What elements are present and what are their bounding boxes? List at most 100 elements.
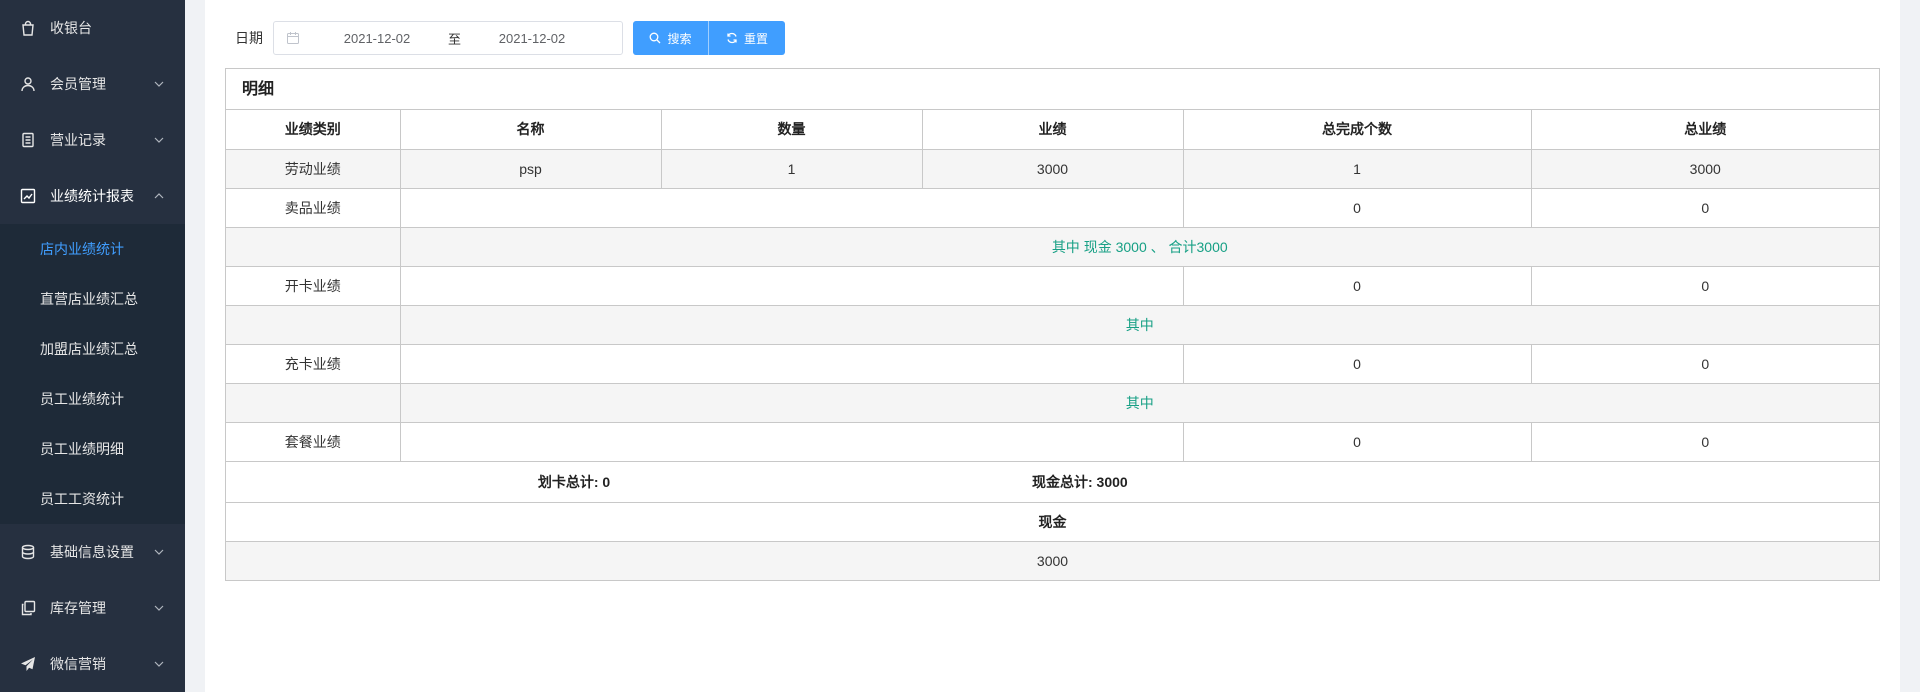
chevron-down-icon: [153, 546, 165, 558]
cell-category: 套餐业绩: [226, 421, 401, 462]
header-name: 名称: [399, 110, 662, 150]
menu-item-cashier[interactable]: 收银台: [0, 0, 185, 56]
table-row-labor: 劳动业绩 psp 1 3000 1 3000: [226, 148, 1879, 189]
cell-total-count: 0: [1182, 421, 1532, 462]
menu-item-basic-settings[interactable]: 基础信息设置: [0, 524, 185, 580]
card-deduct-total: 划卡总计: 0: [226, 460, 922, 503]
cash-total: 现金总计: 3000: [922, 460, 1879, 503]
submenu-item-staff-salary[interactable]: 员工工资统计: [0, 474, 185, 524]
cell-empty: [399, 421, 1184, 462]
cell-quantity: 1: [660, 148, 923, 189]
cell-total-count: 1: [1182, 148, 1532, 189]
database-icon: [20, 544, 36, 560]
detail-title: 明细: [226, 69, 1879, 110]
search-icon: [650, 32, 661, 44]
menu-label: 基础信息设置: [50, 544, 134, 560]
start-date-input[interactable]: 2021-12-02: [322, 31, 432, 46]
header-total-count: 总完成个数: [1182, 110, 1532, 150]
search-button[interactable]: 搜索: [633, 21, 709, 55]
cell-name: psp: [399, 148, 662, 189]
pay-method-value: 3000: [226, 540, 1879, 580]
cell-total-count: 0: [1182, 265, 1532, 306]
reset-button[interactable]: 重置: [709, 21, 785, 55]
header-total-performance: 总业绩: [1530, 110, 1879, 150]
paper-plane-icon: [20, 656, 36, 672]
cell-category: 劳动业绩: [226, 148, 401, 189]
cell-empty: [399, 187, 1184, 228]
sidebar: 收银台 会员管理 营业记录 业绩统计报表 店内业绩统计 直营店业绩汇总 加盟店业…: [0, 0, 185, 692]
performance-submenu: 店内业绩统计 直营店业绩汇总 加盟店业绩汇总 员工业绩统计 员工业绩明细 员工工…: [0, 224, 185, 524]
menu-item-members[interactable]: 会员管理: [0, 56, 185, 112]
table-row-recharge: 充卡业绩 0 0: [226, 343, 1879, 384]
table-row-sales: 卖品业绩 0 0: [226, 187, 1879, 228]
search-button-label: 搜索: [667, 31, 692, 46]
chevron-down-icon: [153, 134, 165, 146]
menu-label: 收银台: [50, 20, 92, 36]
sales-note: 其中 现金 3000 、 合计3000: [399, 226, 1879, 267]
recharge-note: 其中: [399, 382, 1879, 423]
filter-toolbar: 日期 2021-12-02 至 2021-12-02 搜索 重置: [205, 21, 785, 55]
cell-total-performance: 0: [1530, 343, 1879, 384]
table-row-package: 套餐业绩 0 0: [226, 421, 1879, 462]
calendar-icon: [286, 31, 300, 45]
date-label: 日期: [235, 30, 263, 46]
table-row-card-open: 开卡业绩 0 0: [226, 265, 1879, 306]
menu-item-performance-reports[interactable]: 业绩统计报表: [0, 168, 185, 224]
card-open-note: 其中: [399, 304, 1879, 345]
table-row-card-open-note: 其中: [226, 304, 1879, 345]
date-range-picker[interactable]: 2021-12-02 至 2021-12-02: [273, 21, 623, 55]
cell-performance: 3000: [921, 148, 1184, 189]
menu-label: 库存管理: [50, 600, 106, 616]
chevron-down-icon: [153, 602, 165, 614]
submenu-item-franchise-summary[interactable]: 加盟店业绩汇总: [0, 324, 185, 374]
menu-label: 业绩统计报表: [50, 188, 134, 204]
copy-icon: [20, 600, 36, 616]
cell-total-count: 0: [1182, 343, 1532, 384]
cell-total-performance: 0: [1530, 421, 1879, 462]
submenu-item-staff-detail[interactable]: 员工业绩明细: [0, 424, 185, 474]
table-row-recharge-note: 其中: [226, 382, 1879, 423]
chevron-down-icon: [153, 78, 165, 90]
chevron-up-icon: [153, 190, 165, 202]
menu-label: 会员管理: [50, 76, 106, 92]
header-quantity: 数量: [660, 110, 923, 150]
document-icon: [20, 132, 36, 148]
table-row-pay-method-header: 现金: [226, 501, 1879, 542]
user-icon: [20, 76, 36, 92]
cell-category: 充卡业绩: [226, 343, 401, 384]
detail-panel: 明细 业绩类别 名称 数量 业绩 总完成个数 总业绩 劳动业绩 psp 1 30…: [225, 68, 1880, 581]
cell-total-performance: 3000: [1530, 148, 1879, 189]
menu-label: 微信营销: [50, 656, 106, 672]
pay-method-header: 现金: [226, 501, 1879, 542]
date-separator: 至: [447, 31, 461, 47]
cell-total-performance: 0: [1530, 187, 1879, 228]
cell-category: 开卡业绩: [226, 265, 401, 306]
menu-item-inventory[interactable]: 库存管理: [0, 580, 185, 636]
menu-item-wechat-marketing[interactable]: 微信营销: [0, 636, 185, 692]
cell-empty: [399, 265, 1184, 306]
table-row-pay-method-value: 3000: [226, 540, 1879, 580]
chevron-down-icon: [153, 658, 165, 670]
reset-button-label: 重置: [743, 31, 768, 46]
cell-empty: [226, 226, 401, 267]
performance-table: 业绩类别 名称 数量 业绩 总完成个数 总业绩 劳动业绩 psp 1 3000 …: [226, 110, 1879, 580]
table-header-row: 业绩类别 名称 数量 业绩 总完成个数 总业绩: [226, 110, 1879, 150]
cell-empty: [226, 304, 401, 345]
cell-total-count: 0: [1182, 187, 1532, 228]
header-category: 业绩类别: [226, 110, 401, 150]
cell-category: 卖品业绩: [226, 187, 401, 228]
main-content: 日期 2021-12-02 至 2021-12-02 搜索 重置 明细 业绩类别: [205, 0, 1900, 692]
menu-item-business-records[interactable]: 营业记录: [0, 112, 185, 168]
submenu-item-direct-store-summary[interactable]: 直营店业绩汇总: [0, 274, 185, 324]
shopping-bag-icon: [20, 20, 36, 36]
cell-empty: [399, 343, 1184, 384]
submenu-item-staff-performance[interactable]: 员工业绩统计: [0, 374, 185, 424]
submenu-item-store-performance[interactable]: 店内业绩统计: [0, 224, 185, 274]
end-date-input[interactable]: 2021-12-02: [477, 31, 587, 46]
table-row-sales-note: 其中 现金 3000 、 合计3000: [226, 226, 1879, 267]
refresh-icon: [727, 32, 737, 44]
cell-total-performance: 0: [1530, 265, 1879, 306]
table-row-totals: 划卡总计: 0 现金总计: 3000: [226, 460, 1879, 503]
cell-empty: [226, 382, 401, 423]
header-performance: 业绩: [921, 110, 1184, 150]
